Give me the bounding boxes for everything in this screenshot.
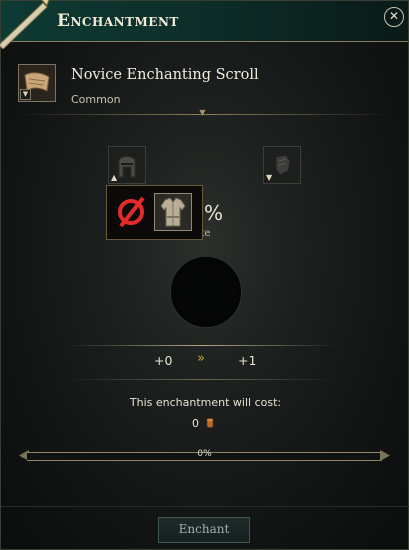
window-title: Enchantment xyxy=(57,11,179,31)
success-rate-percent: % xyxy=(204,201,224,225)
cost-label: This enchantment will cost: xyxy=(129,396,282,409)
chevron-up-icon[interactable]: ▲ xyxy=(111,174,121,182)
armor-icon-graphic xyxy=(160,197,186,227)
scroll-icon[interactable]: ▼ xyxy=(18,64,56,102)
window-header: Enchantment ✕ xyxy=(0,0,408,49)
enchant-button[interactable]: Enchant xyxy=(158,517,250,543)
divider xyxy=(1,506,409,507)
close-icon[interactable]: ✕ xyxy=(384,7,404,27)
sword-icon xyxy=(0,0,50,49)
next-level: +1 xyxy=(238,353,257,368)
progress-label: 0% xyxy=(197,449,212,459)
enchantment-window: Enchantment ✕ ▼ Novice Enchanting Scroll… xyxy=(0,0,409,550)
helmet-slot[interactable]: ▲ xyxy=(108,146,146,184)
enchant-target-slot[interactable] xyxy=(170,256,242,328)
divider xyxy=(67,379,337,380)
item-rarity: Common xyxy=(71,93,121,106)
cost-row: 0 xyxy=(192,416,215,430)
gauntlet-slot[interactable]: ▼ xyxy=(263,146,301,184)
item-select-popup xyxy=(106,185,203,240)
armor-icon[interactable] xyxy=(154,193,192,231)
chevron-down-icon[interactable]: ▼ xyxy=(20,89,31,100)
divider-ornament-icon: ▼ xyxy=(199,108,206,117)
item-name: Novice Enchanting Scroll xyxy=(71,67,259,83)
enchant-progress-bar: 0% xyxy=(19,448,390,463)
current-level: +0 xyxy=(154,353,173,368)
arrow-right-icon: » xyxy=(197,351,205,366)
cost-value: 0 xyxy=(192,416,199,430)
no-item-icon[interactable] xyxy=(115,193,149,229)
chevron-down-icon[interactable]: ▼ xyxy=(266,174,276,182)
coin-icon xyxy=(206,418,213,428)
divider xyxy=(67,345,337,346)
